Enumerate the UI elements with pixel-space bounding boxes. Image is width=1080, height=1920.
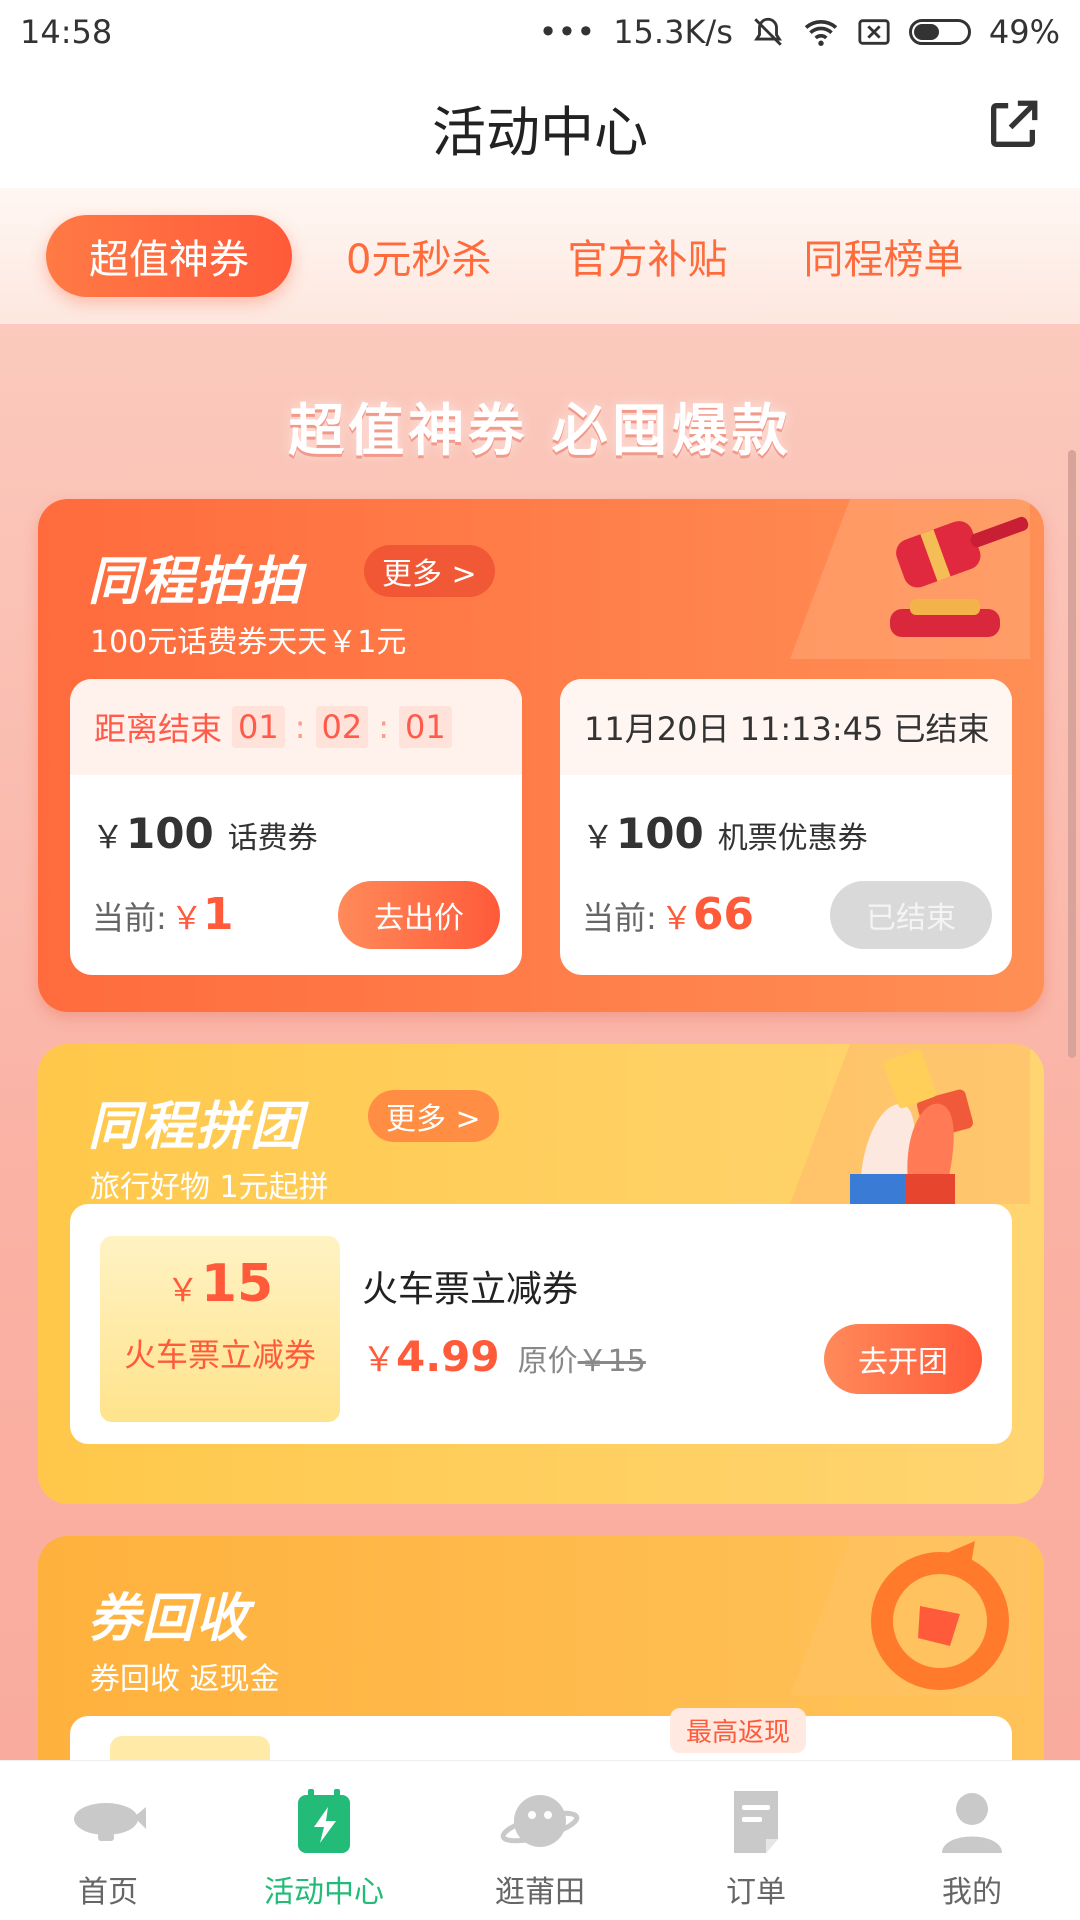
countdown-separator: :: [378, 708, 390, 746]
current-label: 当前:: [582, 899, 657, 937]
tab-zero-flash-sale[interactable]: 0元秒杀: [346, 227, 491, 285]
auction-card-phone[interactable]: 距离结束 01 : 02 : 01 ￥ 100 话费券 当前: ￥ 1 去出价: [70, 679, 522, 975]
coupon-value: 15: [200, 1254, 274, 1314]
coupon-amount: ￥ 15: [100, 1254, 340, 1314]
tab-tongcheng-ranking[interactable]: 同程榜单: [803, 227, 963, 285]
calendar-bolt-icon: [298, 1789, 350, 1853]
nav-orders[interactable]: 订单: [648, 1761, 864, 1920]
sale-price: 4.99: [396, 1332, 500, 1381]
auction-more-button[interactable]: 更多 >: [364, 545, 495, 597]
auction-title: 同程拍拍: [88, 552, 305, 612]
current-bid: 当前: ￥ 66: [582, 889, 754, 940]
nav-profile[interactable]: 我的: [864, 1761, 1080, 1920]
product-name: 火车票立减券: [362, 1269, 579, 1310]
countdown-hours: 01: [232, 706, 285, 748]
user-icon: [942, 1793, 1002, 1853]
status-bar: 14:58 ••• 15.3K/s 49%: [0, 0, 1080, 64]
page-header: 活动中心: [0, 64, 1080, 188]
current-value: 66: [692, 889, 755, 940]
more-dots-icon: •••: [538, 13, 596, 51]
end-time-row: 11月20日 11:13:45 已结束: [560, 679, 1012, 775]
nav-label: 逛莆田: [495, 1875, 585, 1910]
prize-info: ￥ 100 话费券: [92, 809, 318, 858]
countdown-label: 距离结束: [94, 710, 223, 748]
currency-symbol: ￥: [362, 1340, 396, 1380]
countdown-row: 距离结束 01 : 02 : 01: [70, 679, 522, 775]
network-speed: 15.3K/s: [613, 13, 733, 51]
tab-official-subsidy[interactable]: 官方补贴: [567, 227, 727, 285]
current-bid: 当前: ￥ 1: [92, 889, 233, 940]
wifi-icon: [804, 20, 838, 46]
battery-percent: 49%: [988, 13, 1060, 51]
planet-mascot-icon: [500, 1795, 580, 1847]
group-buy-title: 同程拼团: [88, 1097, 305, 1157]
share-external-icon[interactable]: [984, 96, 1042, 154]
nav-activity-center[interactable]: 活动中心: [216, 1761, 432, 1920]
tab-super-coupon[interactable]: 超值神券: [46, 215, 292, 297]
coupon-ticket: ￥ 15 火车票立减券: [100, 1236, 340, 1422]
category-tabs: 超值神券 0元秒杀 官方补贴 同程榜单: [0, 188, 1080, 324]
max-cashback-badge: 最高返现: [670, 1708, 807, 1753]
prize-name: 机票优惠券: [717, 821, 868, 856]
group-buy-more-button[interactable]: 更多 >: [368, 1090, 499, 1142]
group-buy-subtitle: 旅行好物 1元起拼: [90, 1170, 329, 1205]
auction-section: 同程拍拍 更多 > 100元话费券天天￥1元 距离结束 01 : 02 : 01…: [38, 499, 1044, 1012]
product-price: ￥ 4.99 原价 ￥15: [362, 1332, 646, 1381]
gavel-icon: [790, 499, 1030, 659]
blimp-icon: [74, 1803, 146, 1841]
scrollbar[interactable]: [1068, 450, 1076, 1058]
currency-symbol: ￥: [582, 818, 615, 856]
group-buy-section: 同程拼团 更多 > 旅行好物 1元起拼 ￥ 15 火车票立减券 火车票立减券 ￥…: [38, 1044, 1044, 1504]
nav-explore-putian[interactable]: 逛莆田: [432, 1761, 648, 1920]
status-right: ••• 15.3K/s 49%: [539, 13, 1060, 51]
original-price-label: 原价: [517, 1344, 578, 1379]
recycle-card[interactable]: 最高返现: [70, 1708, 1012, 1760]
recycle-subtitle: 券回收 返现金: [90, 1662, 280, 1697]
prize-name: 话费券: [227, 821, 318, 856]
recycle-title: 券回收: [88, 1589, 251, 1649]
countdown-separator: :: [294, 708, 306, 746]
recycle-section: 券回收 券回收 返现金 最高返现: [38, 1536, 1044, 1760]
recycle-tag: [110, 1736, 270, 1760]
auction-card-flight[interactable]: 11月20日 11:13:45 已结束 ￥ 100 机票优惠券 当前: ￥ 66…: [560, 679, 1012, 975]
start-group-button[interactable]: 去开团: [824, 1324, 982, 1394]
current-value: 1: [202, 889, 234, 940]
prize-amount: 100: [126, 809, 214, 858]
prize-info: ￥ 100 机票优惠券: [582, 809, 868, 858]
high-five-icon: [790, 1044, 1030, 1204]
currency-symbol: ￥: [660, 899, 693, 937]
countdown-seconds: 01: [399, 706, 452, 748]
nav-label: 活动中心: [264, 1875, 384, 1910]
ended-button: 已结束: [830, 881, 992, 949]
bid-button[interactable]: 去出价: [338, 881, 500, 949]
auction-subtitle: 100元话费券天天￥1元: [90, 625, 407, 660]
bottom-nav: 首页 活动中心 逛莆田 订单 我的: [0, 1760, 1080, 1920]
status-time: 14:58: [20, 13, 113, 51]
nav-label: 订单: [726, 1875, 786, 1910]
order-doc-icon: [734, 1791, 778, 1853]
nav-label: 首页: [78, 1875, 138, 1910]
mute-bell-icon: [753, 17, 782, 46]
currency-symbol: ￥: [166, 1271, 199, 1309]
battery-icon: [908, 19, 971, 45]
countdown-minutes: 02: [315, 706, 369, 748]
original-price: ￥15: [577, 1344, 646, 1379]
nav-home[interactable]: 首页: [0, 1761, 216, 1920]
sim-off-icon: [858, 19, 890, 45]
main-content: 超值神券 必囤爆款 同程拍拍 更多 > 100元话费券天天￥1元 距离结束 01…: [0, 324, 1080, 1760]
group-buy-card[interactable]: ￥ 15 火车票立减券 火车票立减券 ￥ 4.99 原价 ￥15 去开团: [70, 1204, 1012, 1444]
currency-symbol: ￥: [92, 818, 125, 856]
currency-symbol: ￥: [170, 899, 203, 937]
page-title: 活动中心: [432, 101, 648, 164]
promo-banner: 超值神券 必囤爆款: [288, 399, 792, 464]
current-label: 当前:: [92, 899, 167, 937]
nav-label: 我的: [942, 1875, 1002, 1910]
recycle-arrow-icon: [790, 1536, 1030, 1696]
coupon-name: 火车票立减券: [123, 1336, 316, 1374]
prize-amount: 100: [616, 809, 704, 858]
